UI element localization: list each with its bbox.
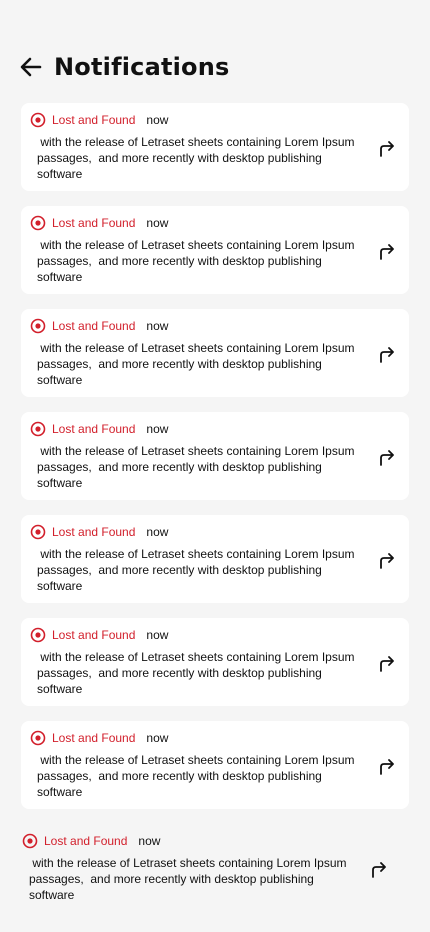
notification-card[interactable]: Lost and Found now with the release of L… [21,515,409,603]
header: Notifications [18,50,230,84]
forward-arrow-icon[interactable] [377,551,397,571]
notification-source: Lost and Found [52,113,136,127]
target-icon [30,730,46,746]
target-icon [30,421,46,437]
target-icon [22,833,38,849]
forward-arrow-icon[interactable] [377,139,397,159]
notification-header: Lost and Found now [30,317,168,335]
notification-source: Lost and Found [52,628,136,642]
notification-card[interactable]: Lost and Found now with the release of L… [21,412,409,500]
notification-time: now [146,422,169,436]
notification-message: with the release of Letraset sheets cont… [29,856,350,902]
notification-message: with the release of Letraset sheets cont… [37,135,358,181]
notification-source: Lost and Found [52,216,136,230]
notification-time: now [146,525,169,539]
arrow-left-icon[interactable] [18,54,44,80]
notification-message: with the release of Letraset sheets cont… [37,238,358,284]
forward-arrow-icon[interactable] [377,757,397,777]
page-title: Notifications [54,53,230,81]
notification-card[interactable]: Lost and Found now with the release of L… [21,206,409,294]
notification-time: now [138,834,161,848]
target-icon [30,318,46,334]
notification-message: with the release of Letraset sheets cont… [37,650,358,696]
target-icon [30,215,46,231]
notification-header: Lost and Found now [22,832,160,850]
notification-card[interactable]: Lost and Found now with the release of L… [21,103,409,191]
notification-message: with the release of Letraset sheets cont… [37,547,358,593]
forward-arrow-icon[interactable] [369,860,389,880]
notification-source: Lost and Found [44,834,128,848]
notification-header: Lost and Found now [30,626,168,644]
notification-header: Lost and Found now [30,111,168,129]
target-icon [30,112,46,128]
notification-source: Lost and Found [52,422,136,436]
notification-card[interactable]: Lost and Found now with the release of L… [21,309,409,397]
notification-header: Lost and Found now [30,729,168,747]
notification-message: with the release of Letraset sheets cont… [37,753,358,799]
notification-source: Lost and Found [52,525,136,539]
notification-card[interactable]: Lost and Found now with the release of L… [21,618,409,706]
notification-message: with the release of Letraset sheets cont… [37,341,358,387]
notification-header: Lost and Found now [30,214,168,232]
notification-card[interactable]: Lost and Found now with the release of L… [21,721,409,809]
notification-message: with the release of Letraset sheets cont… [37,444,358,490]
notification-header: Lost and Found now [30,523,168,541]
forward-arrow-icon[interactable] [377,448,397,468]
target-icon [30,524,46,540]
notification-time: now [146,216,169,230]
forward-arrow-icon[interactable] [377,654,397,674]
notification-card[interactable]: Lost and Found now with the release of L… [21,824,409,912]
notification-source: Lost and Found [52,319,136,333]
target-icon [30,627,46,643]
notification-time: now [146,731,169,745]
notification-list: Lost and Found now with the release of L… [21,103,409,927]
notification-time: now [146,319,169,333]
notification-time: now [146,113,169,127]
notification-time: now [146,628,169,642]
notification-source: Lost and Found [52,731,136,745]
forward-arrow-icon[interactable] [377,345,397,365]
forward-arrow-icon[interactable] [377,242,397,262]
notification-header: Lost and Found now [30,420,168,438]
